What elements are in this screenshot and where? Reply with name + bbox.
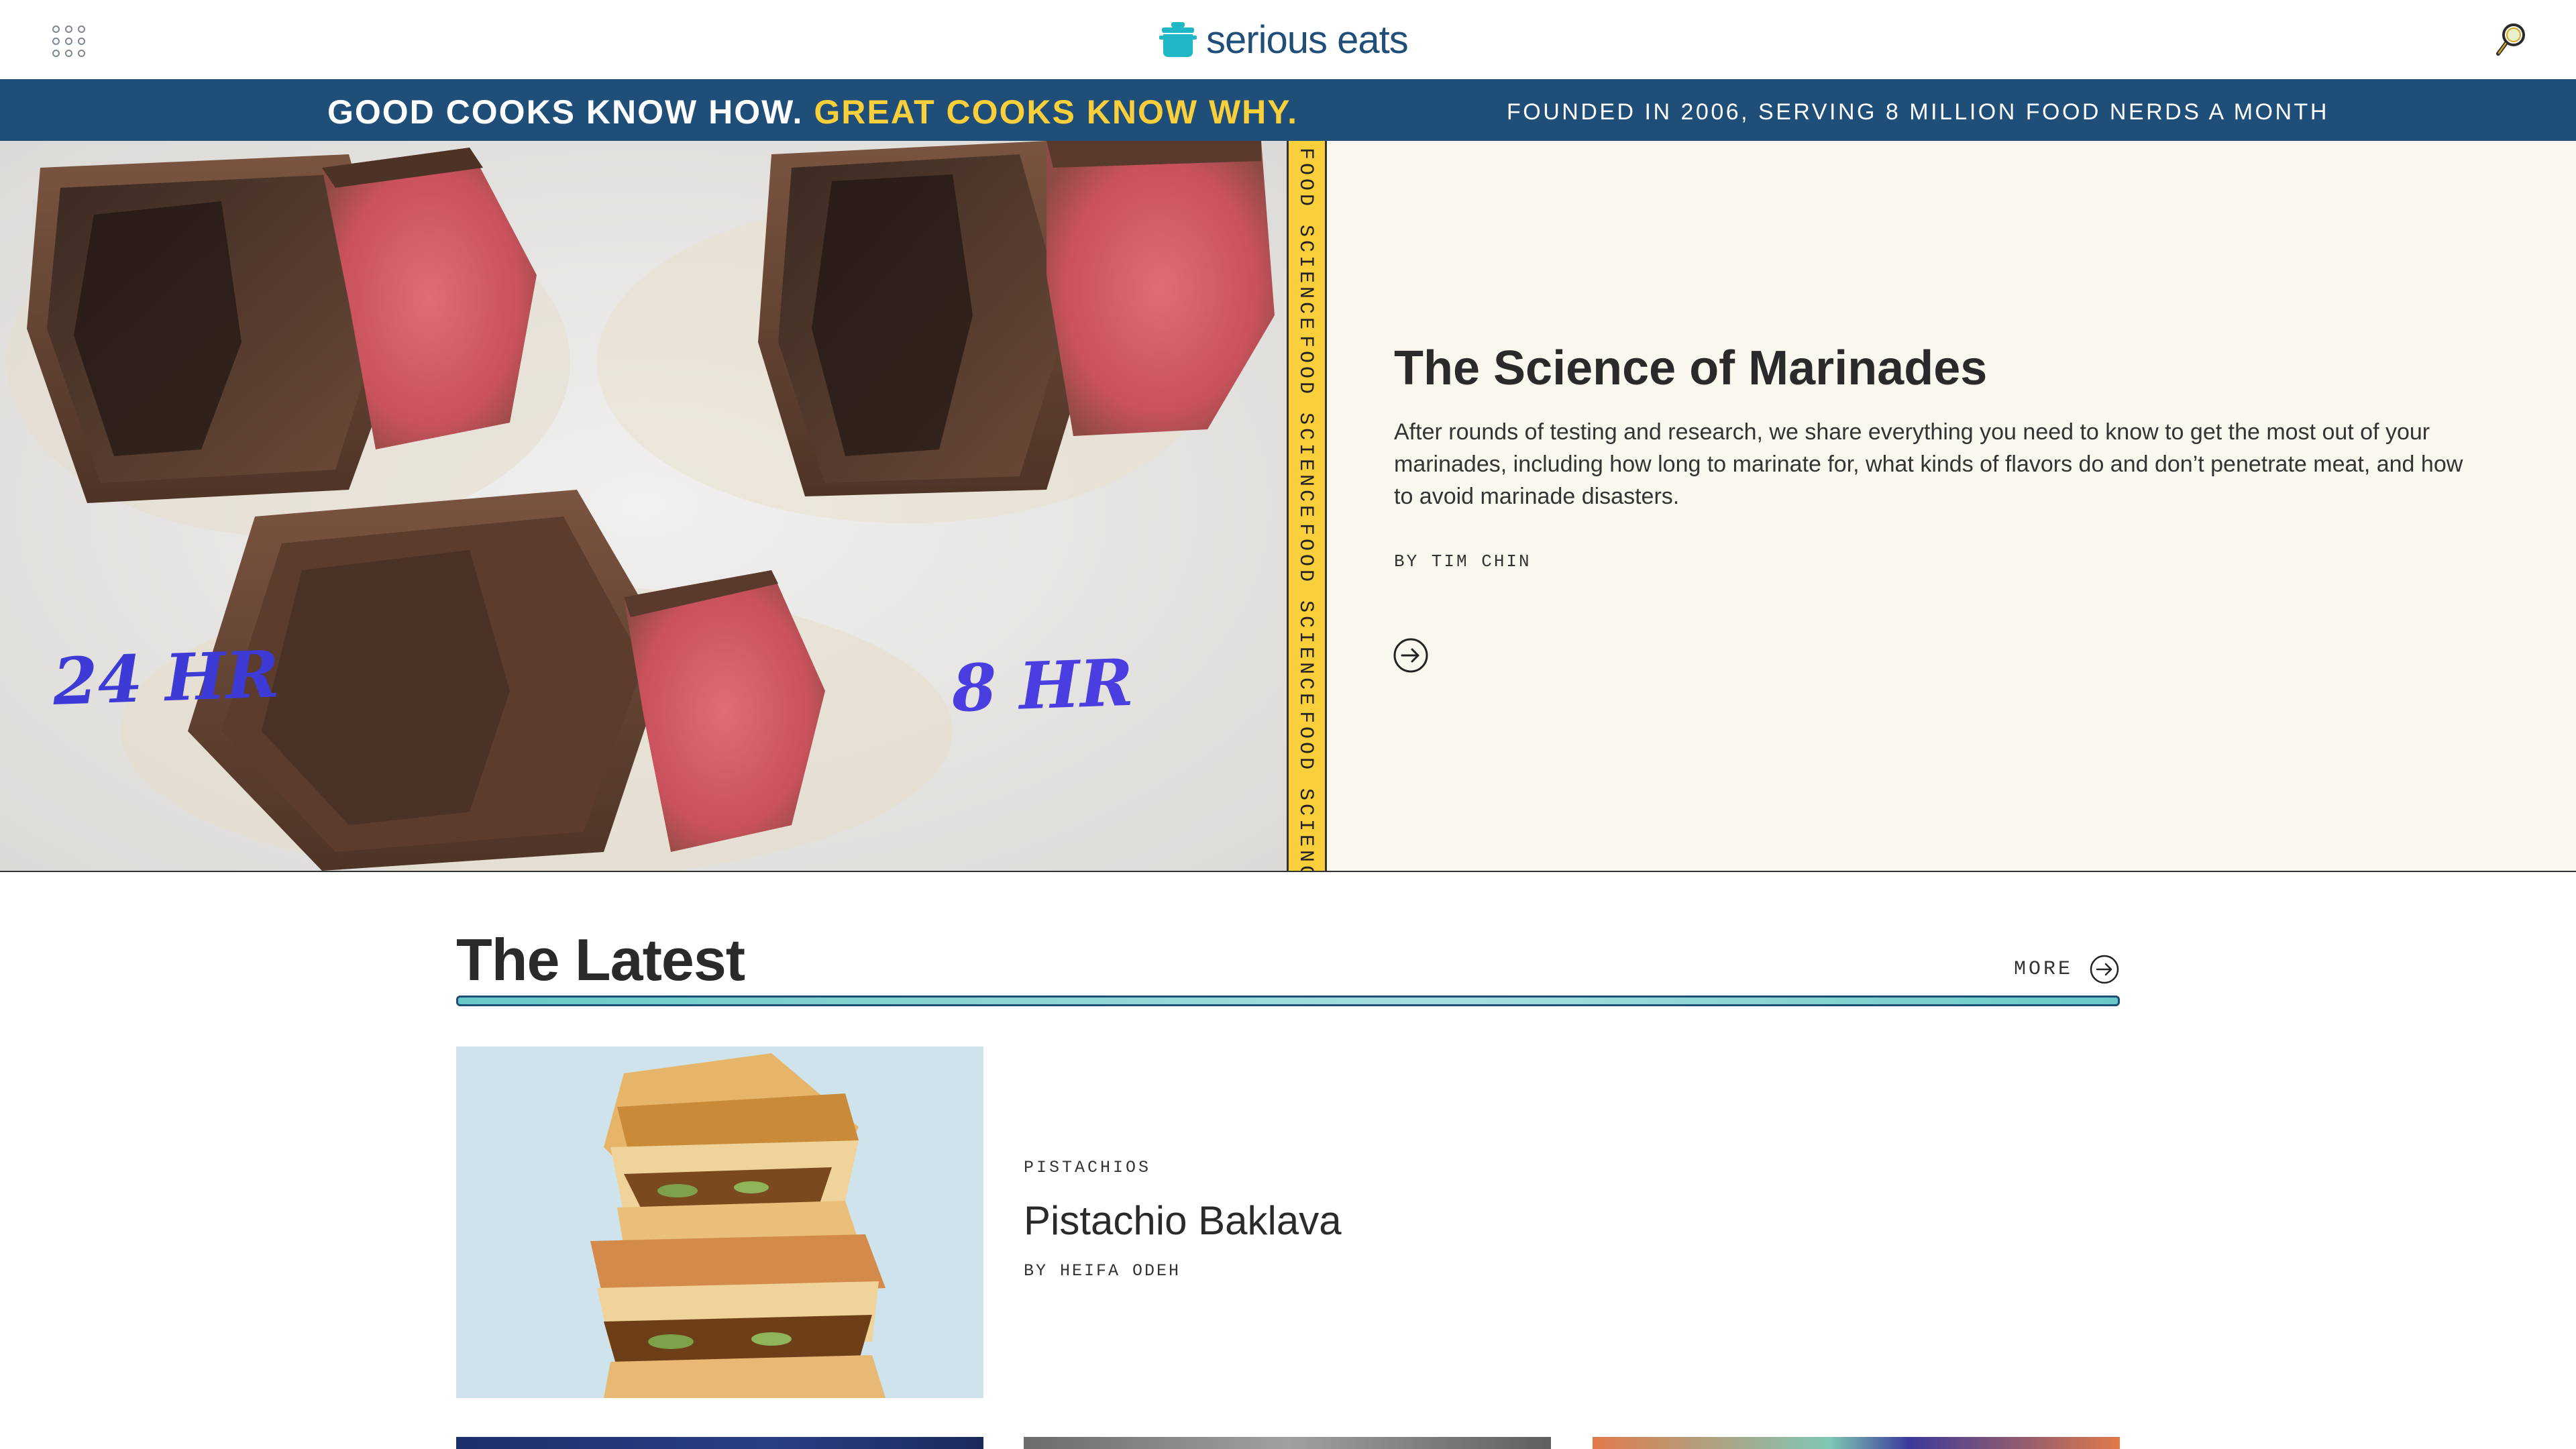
founded-text: FOUNDED IN 2006, SERVING 8 MILLION FOOD … — [1507, 99, 2329, 125]
category-label: FOOD SCIENCE — [1294, 711, 1317, 871]
arrow-right-circle-icon[interactable] — [1393, 637, 1429, 674]
featured-article-image[interactable] — [456, 1046, 983, 1398]
logo-text: serious eats — [1206, 17, 1409, 62]
category-label: FOOD SCIENCE — [1294, 523, 1317, 709]
tagline: GOOD COOKS KNOW HOW. GREAT COOKS KNOW WH… — [327, 93, 1298, 131]
tagline-banner: GOOD COOKS KNOW HOW. GREAT COOKS KNOW WH… — [0, 79, 2576, 141]
latest-title: The Latest — [456, 926, 745, 993]
pot-icon — [1159, 21, 1197, 58]
more-label[interactable]: MORE — [2014, 958, 2073, 981]
article-title[interactable]: Pistachio Baklava — [1024, 1197, 1342, 1244]
tagline-part-1: GOOD COOKS KNOW HOW. — [327, 93, 804, 131]
hero-feature: 24 HR 8 HR FOOD SCIENCE FOOD SCIENCE FOO… — [0, 141, 2576, 872]
article-thumbnail[interactable] — [1593, 1437, 2120, 1449]
search-icon[interactable] — [2494, 21, 2528, 58]
category-strip[interactable]: FOOD SCIENCE FOOD SCIENCE FOOD SCIENCE F… — [1287, 141, 1327, 871]
category-label: FOOD SCIENCE — [1294, 335, 1317, 521]
featured-article-text: PISTACHIOS Pistachio Baklava BY HEIFA OD… — [1024, 1158, 1342, 1281]
tagline-part-2: GREAT COOKS KNOW WHY. — [814, 93, 1298, 131]
article-thumbnail[interactable] — [456, 1437, 983, 1449]
site-logo[interactable]: serious eats — [1159, 17, 1409, 62]
article-thumbnail[interactable] — [1024, 1437, 1551, 1449]
hero-image[interactable]: 24 HR 8 HR — [0, 141, 1287, 871]
label-24-hr: 24 HR — [51, 636, 280, 720]
hero-description: After rounds of testing and research, we… — [1394, 419, 2463, 509]
hero-card: The Science of Marinades After rounds of… — [1327, 141, 2576, 871]
hero-title[interactable]: The Science of Marinades — [1394, 341, 1987, 396]
article-tag[interactable]: PISTACHIOS — [1024, 1158, 1342, 1177]
grid-menu-icon[interactable] — [52, 25, 87, 58]
hero-byline: BY TIM CHIN — [1394, 551, 1532, 572]
latest-section-header: The Latest MORE — [456, 919, 2120, 1006]
site-header: serious eats — [0, 0, 2576, 79]
category-label: FOOD SCIENCE — [1294, 148, 1317, 333]
label-8-hr: 8 HR — [950, 645, 1134, 727]
more-link[interactable]: MORE — [2014, 954, 2120, 985]
article-byline: BY HEIFA ODEH — [1024, 1261, 1181, 1281]
section-divider — [456, 996, 2120, 1006]
arrow-right-circle-icon — [2090, 955, 2119, 984]
